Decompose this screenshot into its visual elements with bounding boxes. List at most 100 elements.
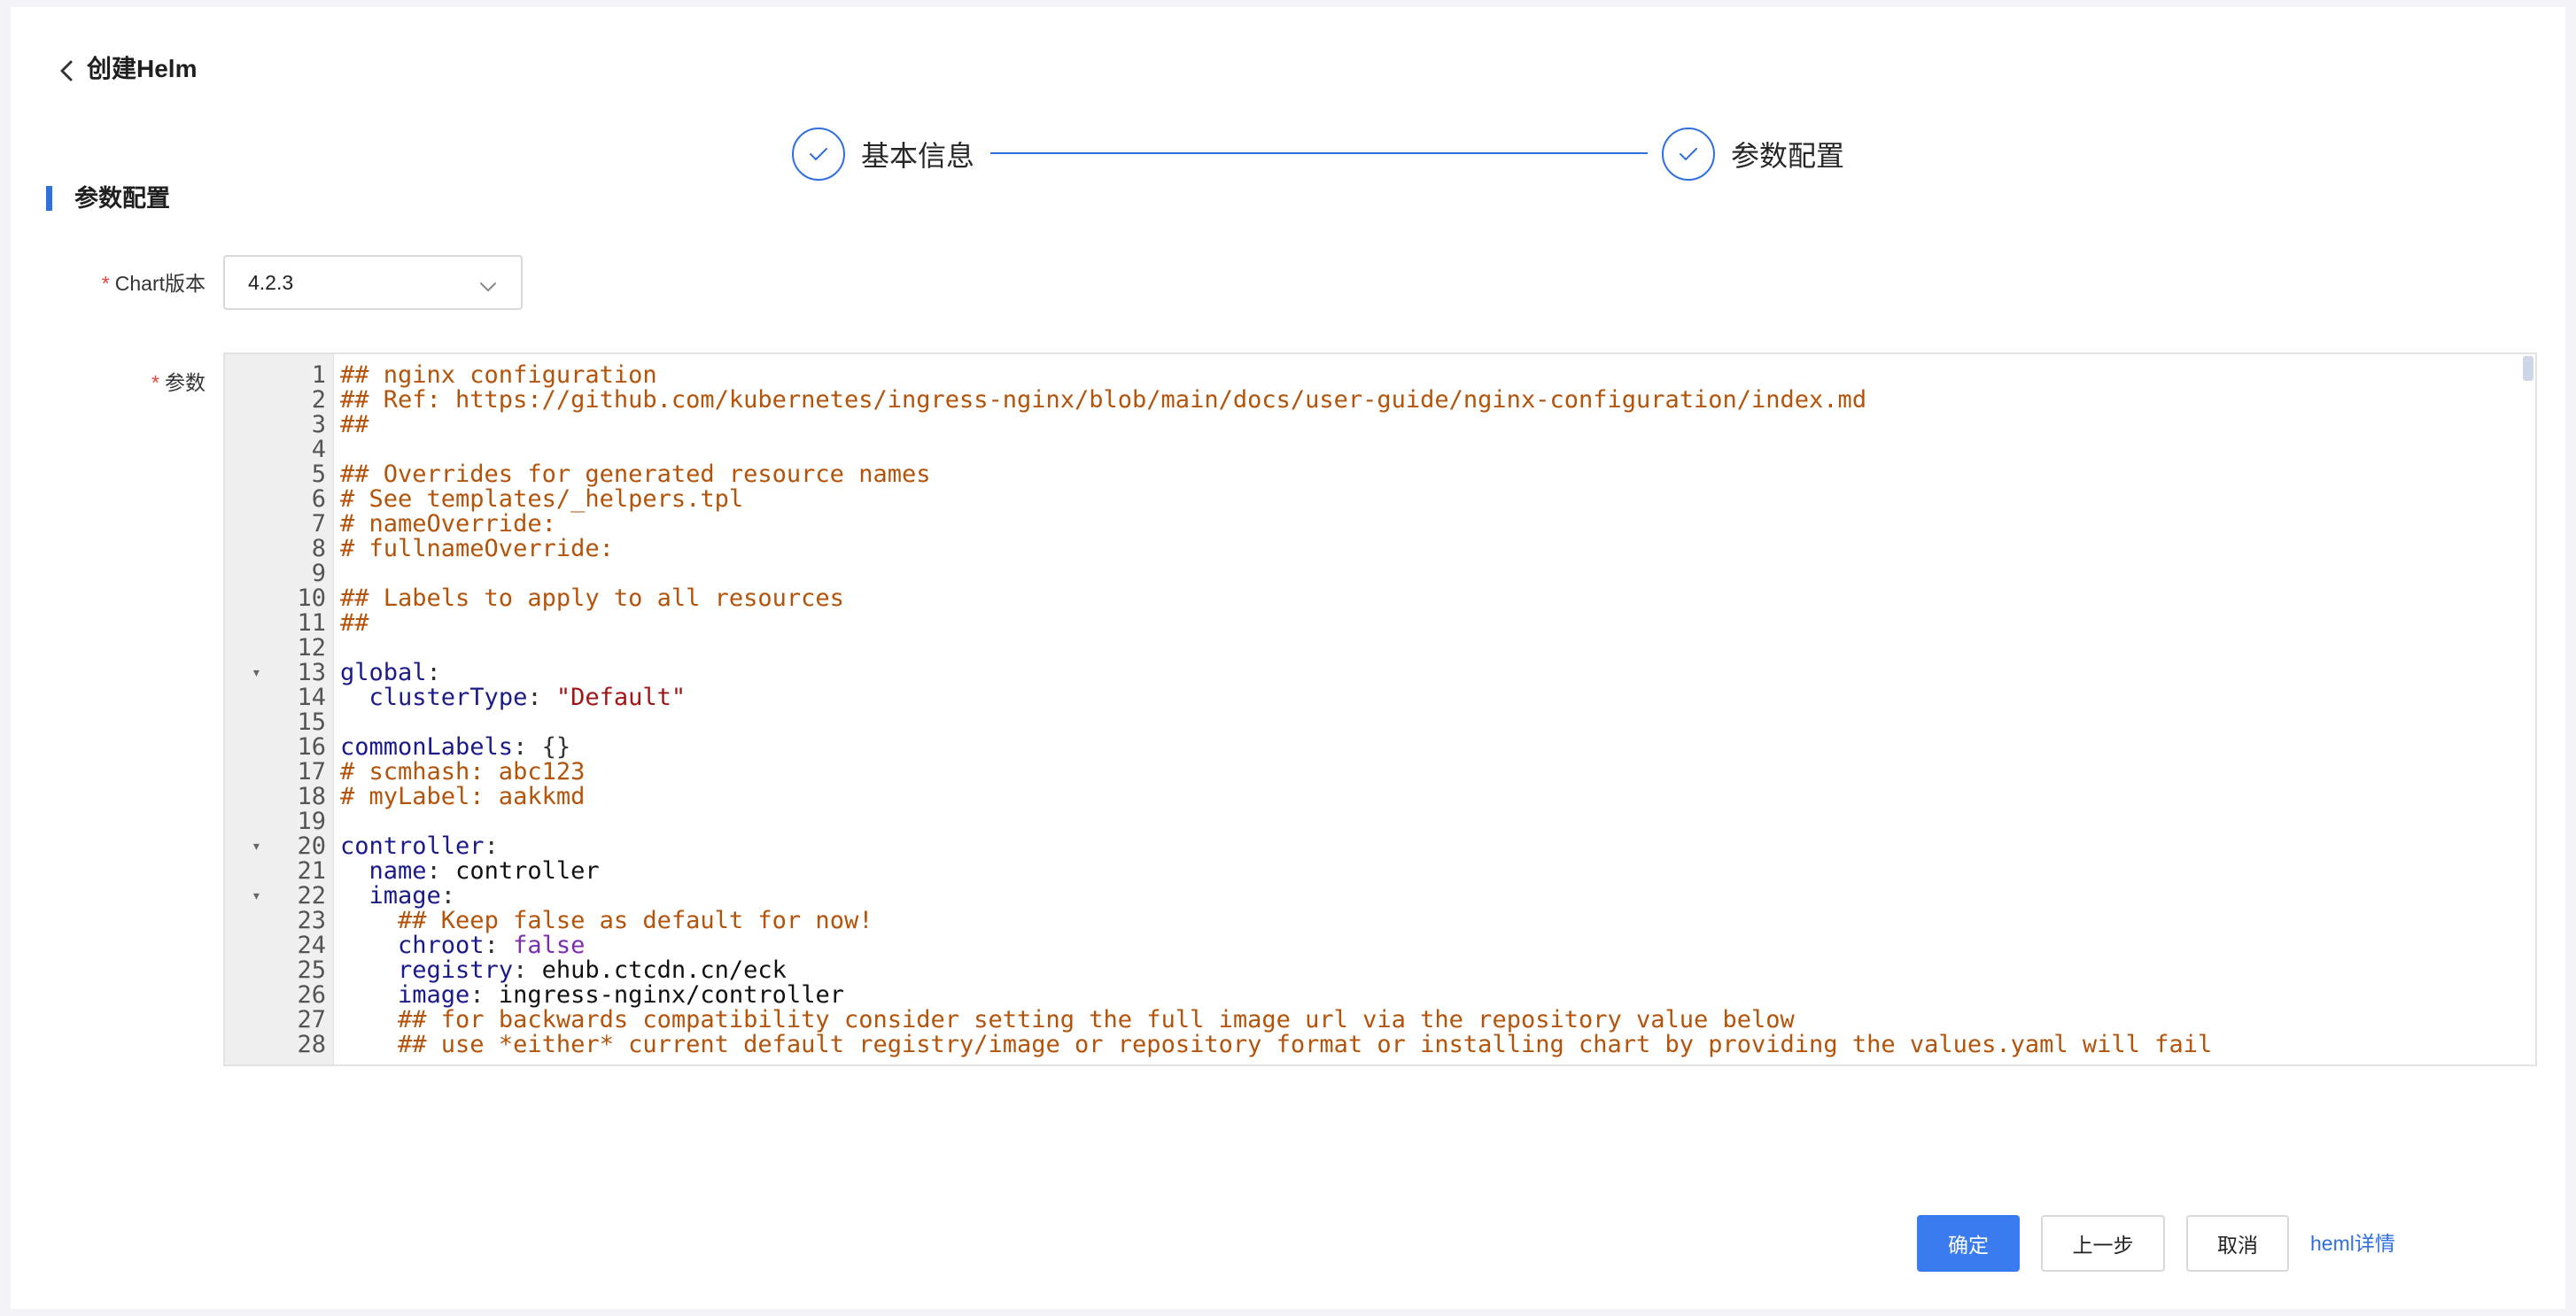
section-title: 参数配置 <box>74 185 170 212</box>
code-token: global <box>340 659 427 686</box>
code-text: image: <box>340 882 456 910</box>
cancel-button[interactable]: 取消 <box>2186 1215 2289 1272</box>
line-number: 19 <box>297 808 326 835</box>
previous-step-button[interactable]: 上一步 <box>2041 1215 2165 1272</box>
line-number: 27 <box>297 1006 326 1033</box>
line-number: 18 <box>297 783 326 810</box>
code-text: ## Labels to apply to all resources <box>340 586 844 611</box>
code-token: # See templates/_helpers.tpl <box>340 485 744 513</box>
code-line: 2 ## Ref: https://github.com/kubernetes/i… <box>225 388 2535 413</box>
chevron-down-icon <box>478 275 498 298</box>
code-token: commonLabels <box>340 733 514 761</box>
code-token: # scmhash: abc123 <box>340 758 586 786</box>
code-line: ▾ 22 image: <box>225 884 2535 909</box>
code-token: : <box>440 882 456 910</box>
line-number: 14 <box>297 684 326 711</box>
code-token: controller <box>340 832 485 860</box>
code-lines: 1 ## nginx configuration 2 ## Ref: https://… <box>225 363 2535 1057</box>
code-token: ## <box>340 411 369 438</box>
code-line: 6 # See templates/_helpers.tpl <box>225 487 2535 512</box>
line-number: 16 <box>297 733 326 761</box>
line-number: 22 <box>297 882 326 910</box>
code-token: : <box>469 981 499 1009</box>
params-label: * 参数 <box>151 371 206 394</box>
code-token: : {} <box>513 733 571 761</box>
code-token: # nameOverride: <box>340 510 556 538</box>
code-line: 21 name: controller <box>225 859 2535 884</box>
code-line: ▾ 20 controller: <box>225 834 2535 859</box>
check-icon <box>792 128 845 181</box>
code-text: name: controller <box>340 859 600 884</box>
line-number: 9 <box>311 560 326 587</box>
check-icon <box>1662 128 1715 181</box>
line-number: 11 <box>297 609 326 637</box>
code-token: ## Ref: https://github.com/kubernetes/in… <box>340 386 1867 414</box>
code-line: 27 ## for backwards compatibility consid… <box>225 1008 2535 1033</box>
code-text: # scmhash: abc123 <box>340 760 585 785</box>
code-token: ## use *either* current default registry… <box>398 1031 2213 1058</box>
code-line: 10 ## Labels to apply to all resources <box>225 586 2535 611</box>
line-number: 20 <box>297 832 326 860</box>
code-token: chroot <box>398 932 485 959</box>
code-token: # myLabel: aakkmd <box>340 783 586 810</box>
code-line: 24 chroot: false <box>225 933 2535 958</box>
line-number: 13 <box>297 659 326 686</box>
code-text: global: <box>340 661 441 685</box>
code-line: 1 ## nginx configuration <box>225 363 2535 388</box>
line-number: 21 <box>297 857 326 885</box>
code-text: ## <box>340 611 369 636</box>
code-token: name <box>369 857 427 885</box>
editor-scrollbar[interactable] <box>2523 356 2533 381</box>
code-text: ## Keep false as default for now! <box>340 909 873 933</box>
chart-version-value: 4.2.3 <box>248 270 294 294</box>
line-number: 2 <box>311 386 326 414</box>
code-text: # See templates/_helpers.tpl <box>340 487 743 512</box>
code-text: ## Ref: https://github.com/kubernetes/in… <box>340 388 1866 413</box>
code-token: ehub.ctcdn.cn/eck <box>541 956 787 984</box>
step-params-config: 参数配置 <box>1662 126 1844 182</box>
code-token: ## for backwards compatibility consider … <box>398 1006 1795 1033</box>
code-text: controller: <box>340 834 499 859</box>
chart-version-label: * Chart版本 <box>101 272 206 295</box>
line-number: 24 <box>297 932 326 959</box>
page-card: 创建Helm 基本信息 参数配置 参数配置 * Chart版本 4.2.3 * 参数 <box>11 7 2565 1309</box>
code-line: 17 # scmhash: abc123 <box>225 760 2535 785</box>
code-text: ## <box>340 413 369 437</box>
line-number: 4 <box>311 436 326 463</box>
code-text: ## use *either* current default registry… <box>340 1033 2212 1057</box>
code-line: 16 commonLabels: {} <box>225 735 2535 760</box>
step-label: 基本信息 <box>861 140 975 172</box>
section-marker <box>46 186 52 211</box>
code-token: "Default" <box>555 684 687 711</box>
code-token: ## Keep false as default for now! <box>398 907 873 934</box>
step-label: 参数配置 <box>1731 140 1845 172</box>
back-arrow-icon[interactable] <box>50 53 85 89</box>
code-line: 9 <box>225 561 2535 586</box>
chart-version-select[interactable]: 4.2.3 <box>223 255 523 310</box>
line-number: 23 <box>297 907 326 934</box>
line-number: 8 <box>311 535 326 562</box>
params-code-editor[interactable]: 1 ## nginx configuration 2 ## Ref: https://… <box>223 352 2537 1066</box>
code-token: ingress-nginx/controller <box>498 981 844 1009</box>
code-token: : <box>426 857 456 885</box>
code-line: 5 ## Overrides for generated resource nam… <box>225 462 2535 487</box>
helm-details-link[interactable]: heml详情 <box>2310 1229 2395 1258</box>
confirm-button[interactable]: 确定 <box>1917 1215 2020 1272</box>
page-title: 创建Helm <box>87 55 198 82</box>
code-token: clusterType <box>369 684 528 711</box>
required-mark: * <box>101 272 110 295</box>
code-line: 3 ## <box>225 413 2535 437</box>
step-basic-info: 基本信息 <box>792 126 974 182</box>
code-token: ## nginx configuration <box>340 361 657 389</box>
code-token: registry <box>398 956 514 984</box>
code-token: : <box>484 832 499 860</box>
code-line: 15 <box>225 710 2535 735</box>
code-text: # myLabel: aakkmd <box>340 785 585 809</box>
code-text: commonLabels: {} <box>340 735 570 760</box>
